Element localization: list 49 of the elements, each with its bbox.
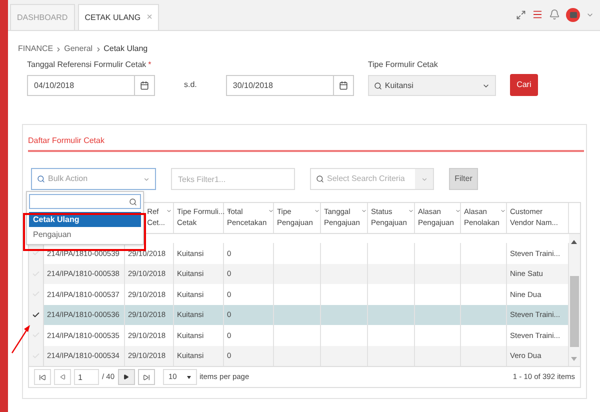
chevron-down-icon [143, 176, 150, 182]
chevron-down-icon[interactable] [226, 208, 232, 214]
first-page-button[interactable] [34, 369, 51, 385]
filter-button[interactable]: Filter [449, 168, 478, 190]
panel-title: Daftar Formulir Cetak [28, 135, 584, 152]
tab-label: CETAK ULANG [84, 12, 141, 24]
breadcrumb-item[interactable]: FINANCE [18, 43, 54, 55]
check-icon[interactable] [32, 249, 40, 258]
bell-icon[interactable] [549, 9, 560, 20]
search-button[interactable]: Cari [510, 74, 538, 96]
breadcrumb-item: Cetak Ulang [104, 43, 148, 55]
avatar[interactable] [566, 8, 580, 22]
range-separator: s.d. [184, 79, 197, 91]
expand-icon[interactable] [516, 10, 526, 20]
annotation-arrow [10, 323, 32, 355]
triangle-left-icon [60, 374, 66, 380]
skip-back-icon [39, 374, 46, 380]
breadcrumb-item[interactable]: General [64, 43, 93, 55]
dropdown-option[interactable]: Pengajuan [29, 227, 141, 242]
search-icon [129, 198, 137, 206]
date-value: 04/10/2018 [33, 80, 76, 92]
date-value: 30/10/2018 [232, 80, 274, 92]
previous-page-button[interactable] [54, 369, 71, 385]
field-label: Tanggal Referensi Formulir Cetak [27, 59, 146, 71]
triangle-right-icon [123, 374, 130, 380]
page-field[interactable]: 1 [74, 369, 99, 385]
chevron-right-icon [55, 46, 62, 52]
scrollbar[interactable] [569, 234, 580, 366]
required-mark: * [148, 59, 152, 71]
menu-icon[interactable] [532, 9, 543, 20]
date-field[interactable]: 04/10/2018 [27, 75, 155, 96]
field-label: Tipe Formulir Cetak [368, 59, 439, 71]
date-field[interactable]: 30/10/2018 [226, 75, 354, 96]
text-filter-field[interactable]: Teks Filter1... [171, 168, 295, 190]
search-icon [37, 175, 45, 183]
tab-label: DASHBOARD [17, 12, 68, 24]
type-select[interactable]: Kuitansi [368, 75, 496, 96]
check-icon[interactable] [32, 310, 40, 319]
dropdown-search-field[interactable] [29, 194, 141, 209]
tab[interactable]: CETAK ULANG × [78, 4, 160, 30]
chevron-right-icon [94, 46, 102, 52]
search-icon [316, 175, 324, 183]
search-icon [374, 82, 382, 90]
calendar-icon[interactable] [338, 81, 348, 90]
skip-forward-icon [142, 374, 150, 380]
last-page-button[interactable] [138, 369, 155, 385]
next-page-button[interactable] [118, 369, 135, 385]
chevron-down-icon [420, 176, 428, 182]
calendar-icon[interactable] [140, 81, 149, 90]
